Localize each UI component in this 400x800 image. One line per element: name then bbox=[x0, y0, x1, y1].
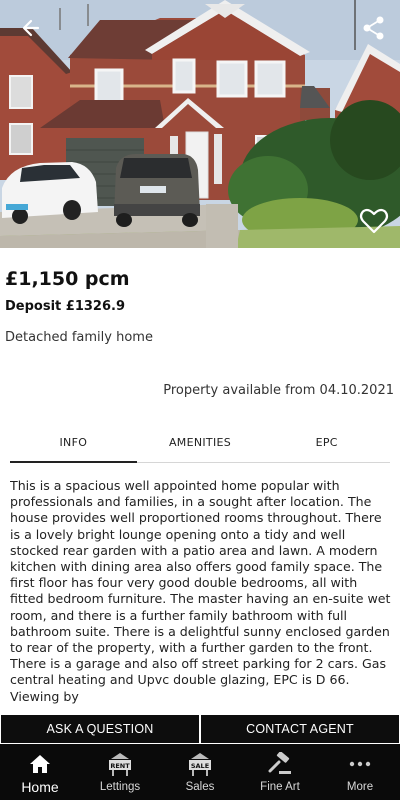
gavel-icon bbox=[267, 752, 293, 776]
home-icon bbox=[27, 752, 53, 776]
property-photo[interactable] bbox=[0, 0, 400, 248]
sale-sign-icon: SALE bbox=[187, 752, 213, 776]
nav-item-lettings[interactable]: RENT Lettings bbox=[80, 744, 160, 800]
tab-info[interactable]: INFO bbox=[10, 428, 137, 463]
heart-icon[interactable] bbox=[358, 205, 390, 237]
action-bar: ASK A QUESTION CONTACT AGENT bbox=[0, 714, 400, 744]
nav-label-sales: Sales bbox=[185, 781, 215, 793]
tab-epc[interactable]: EPC bbox=[263, 428, 390, 462]
availability-date: Property available from 04.10.2021 bbox=[163, 383, 394, 398]
nav-label-lettings: Lettings bbox=[99, 781, 141, 793]
rent-sign-text: RENT bbox=[110, 762, 130, 770]
ask-question-button[interactable]: ASK A QUESTION bbox=[0, 714, 200, 744]
nav-item-home[interactable]: Home bbox=[0, 744, 80, 800]
nav-item-fine-art[interactable]: Fine Art bbox=[240, 744, 320, 800]
nav-item-sales[interactable]: SALE Sales bbox=[160, 744, 240, 800]
property-description: This is a spacious well appointed home p… bbox=[10, 478, 391, 704]
info-tabs: INFO AMENITIES EPC bbox=[10, 428, 390, 463]
more-dots-icon bbox=[347, 752, 373, 776]
back-arrow-icon[interactable] bbox=[18, 14, 46, 42]
deposit-amount: Deposit £1326.9 bbox=[5, 299, 125, 314]
nav-label-more: More bbox=[346, 781, 374, 793]
nav-label-home: Home bbox=[21, 779, 59, 795]
rent-sign-icon: RENT bbox=[107, 752, 133, 776]
share-icon[interactable] bbox=[360, 14, 388, 42]
bottom-navigation: Home RENT Lettings SALE Sales Fine Art M… bbox=[0, 744, 400, 800]
nav-label-fine-art: Fine Art bbox=[260, 781, 300, 793]
sale-sign-text: SALE bbox=[191, 762, 209, 770]
contact-agent-button[interactable]: CONTACT AGENT bbox=[200, 714, 400, 744]
nav-item-more[interactable]: More bbox=[320, 744, 400, 800]
property-type: Detached family home bbox=[5, 330, 153, 345]
tab-amenities[interactable]: AMENITIES bbox=[137, 428, 264, 462]
rent-price: £1,150 pcm bbox=[5, 268, 130, 290]
house-photo-illustration bbox=[0, 0, 400, 248]
